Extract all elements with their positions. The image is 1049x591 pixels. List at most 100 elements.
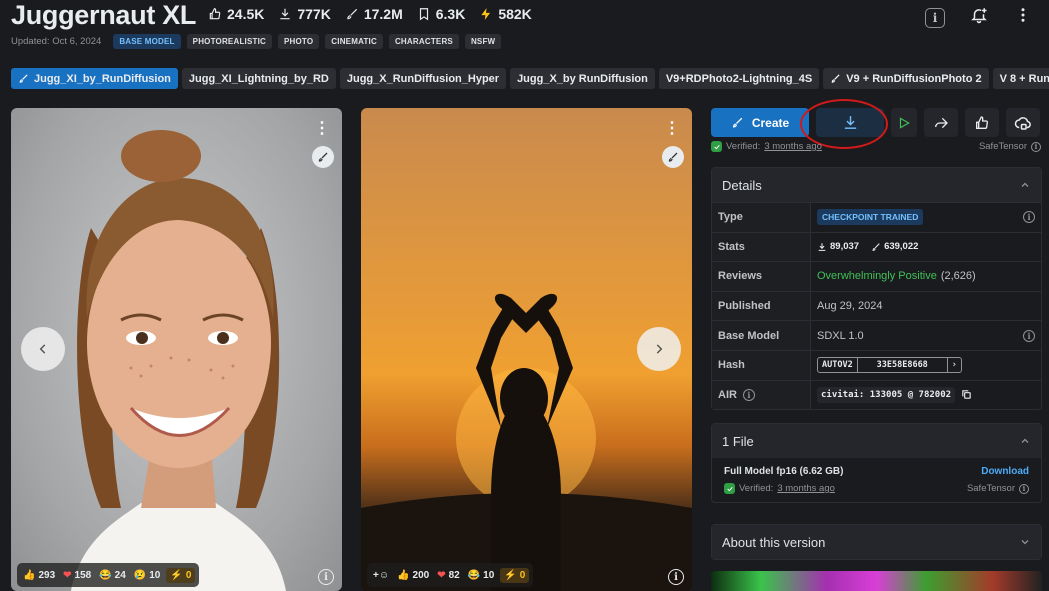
remix-button[interactable] xyxy=(662,146,684,168)
version-tabs: Jugg_XI_by_RunDiffusion Jugg_XI_Lightnin… xyxy=(11,68,1049,89)
reaction-like[interactable]: 👍 293 xyxy=(21,570,57,581)
reaction-laugh[interactable]: 😂 24 xyxy=(97,570,128,581)
stat-generations: 17.2M xyxy=(345,6,403,22)
reaction-heart[interactable]: ❤ 158 xyxy=(61,570,93,581)
files-panel: 1 File Full Model fp16 (6.62 GB) Downloa… xyxy=(711,423,1042,503)
info-button[interactable]: i xyxy=(919,0,951,30)
more-menu-button[interactable] xyxy=(1007,0,1039,30)
gallery-image-portrait[interactable]: ⋮ 👍 293 ❤ 158 😂 24 😢 10 ⚡ 0 i xyxy=(11,108,342,591)
kebab-icon xyxy=(1021,8,1025,22)
chevron-left-icon xyxy=(39,344,46,354)
bolt-icon xyxy=(481,8,491,20)
detail-row-published: Published Aug 29, 2024 xyxy=(712,290,1041,321)
detail-row-type: Type CHECKPOINT TRAINED i xyxy=(712,202,1041,232)
verified-row: Verified: 3 months ago xyxy=(711,141,822,152)
copy-icon xyxy=(962,390,971,400)
version-tab[interactable]: V9+RDPhoto2-Lightning_4S xyxy=(658,68,820,89)
info-icon[interactable]: i xyxy=(1023,211,1035,224)
reaction-bar: +☺ 👍 200 ❤ 82 😂 10 ⚡ 0 xyxy=(367,563,534,587)
info-icon[interactable]: i xyxy=(742,388,755,401)
detail-row-stats: Stats 89,037 639,022 xyxy=(712,231,1041,262)
reaction-bar: 👍 293 ❤ 158 😂 24 😢 10 ⚡ 0 xyxy=(17,563,200,587)
stat-likes: 24.5K xyxy=(208,6,264,22)
prev-image-button[interactable] xyxy=(21,327,65,371)
info-icon[interactable]: i xyxy=(1019,483,1029,494)
file-download-link[interactable]: Download xyxy=(981,466,1029,477)
hash-copy-box[interactable]: AUTOV2 33E58E8668 › xyxy=(817,357,962,374)
thumbs-up-icon xyxy=(209,8,221,20)
version-tab[interactable]: V 8 + RunDi xyxy=(992,68,1049,89)
reaction-like[interactable]: 👍 200 xyxy=(395,570,431,581)
add-reaction-button[interactable]: +☺ xyxy=(371,570,391,581)
version-tab[interactable]: Jugg_X_by RunDiffusion xyxy=(510,68,655,89)
info-icon[interactable]: i xyxy=(1023,329,1035,342)
tag-photo[interactable]: PHOTO xyxy=(277,34,320,49)
brush-icon xyxy=(347,8,357,20)
image-info-icon[interactable]: i xyxy=(318,569,334,585)
reaction-laugh[interactable]: 😂 10 xyxy=(466,570,497,581)
remix-button[interactable] xyxy=(312,146,334,168)
share-button[interactable] xyxy=(924,108,958,137)
tag-base-model[interactable]: BASE MODEL xyxy=(113,34,181,49)
notify-button[interactable] xyxy=(963,0,995,30)
air-code[interactable]: civitai: 133005 @ 782002 xyxy=(817,386,956,403)
brush-icon xyxy=(872,243,880,251)
play-icon xyxy=(899,116,910,129)
chevron-right-icon xyxy=(656,344,663,354)
stat-generations: 639,022 xyxy=(871,241,918,252)
model-stats: 24.5K 777K 17.2M 6.3K 582K xyxy=(208,6,532,22)
model-title: Juggernaut XL xyxy=(11,0,197,30)
detail-row-reviews: Reviews Overwhelmingly Positive (2,626) xyxy=(712,261,1041,291)
tip-button[interactable]: ⚡ 0 xyxy=(166,567,196,583)
about-header[interactable]: About this version xyxy=(712,525,1041,559)
version-tab[interactable]: Jugg_XI_Lightning_by_RD xyxy=(181,68,336,89)
tag-characters[interactable]: CHARACTERS xyxy=(388,34,459,49)
chevron-right-icon[interactable]: › xyxy=(948,358,961,372)
download-icon xyxy=(280,8,291,20)
brush-icon xyxy=(318,152,328,162)
reaction-heart[interactable]: ❤ 82 xyxy=(435,570,462,581)
reviews-link[interactable]: Overwhelmingly Positive xyxy=(817,270,937,282)
file-item: Full Model fp16 (6.62 GB) Download Verif… xyxy=(724,466,1029,494)
verified-time-link[interactable]: 3 months ago xyxy=(777,483,835,494)
version-tab[interactable]: Jugg_XI_by_RunDiffusion xyxy=(11,68,178,89)
safetensor-label: SafeTensor i xyxy=(979,141,1041,152)
reaction-cry[interactable]: 😢 10 xyxy=(132,570,163,581)
image-menu-icon[interactable]: ⋮ xyxy=(314,118,330,138)
run-button[interactable] xyxy=(891,108,917,137)
tag-cinematic[interactable]: CINEMATIC xyxy=(325,34,383,49)
version-tab[interactable]: V9 + RunDiffusionPhoto 2 xyxy=(823,68,989,89)
image-menu-icon[interactable]: ⋮ xyxy=(664,118,680,138)
bell-plus-icon xyxy=(971,8,987,24)
create-button[interactable]: Create xyxy=(711,108,809,137)
like-button[interactable] xyxy=(965,108,999,137)
meta-row: Updated: Oct 6, 2024 BASE MODEL PHOTOREA… xyxy=(11,34,502,49)
tag-photorealistic[interactable]: PHOTOREALISTIC xyxy=(186,34,272,49)
brush-icon xyxy=(831,74,840,83)
verified-time-link[interactable]: 3 months ago xyxy=(764,141,822,152)
detail-row-hash: Hash AUTOV2 33E58E8668 › xyxy=(712,349,1041,380)
files-header[interactable]: 1 File xyxy=(712,424,1041,458)
stat-buzz: 582K xyxy=(479,6,532,22)
next-image-button[interactable] xyxy=(637,327,681,371)
tag-nsfw[interactable]: NSFW xyxy=(464,34,502,49)
version-tab[interactable]: Jugg_X_RunDiffusion_Hyper xyxy=(339,68,507,89)
details-header[interactable]: Details xyxy=(712,168,1041,202)
type-badge: CHECKPOINT TRAINED xyxy=(817,209,924,226)
preview-thumbnail[interactable] xyxy=(711,571,1042,591)
stat-bookmarks: 6.3K xyxy=(417,6,465,22)
info-icon: i xyxy=(925,7,945,28)
cloud-save-button[interactable] xyxy=(1006,108,1040,137)
download-icon xyxy=(818,243,826,251)
chevron-up-icon xyxy=(1021,182,1029,187)
brush-icon xyxy=(19,74,28,83)
share-icon xyxy=(935,117,948,128)
image-info-icon[interactable]: i xyxy=(668,569,684,585)
tip-button[interactable]: ⚡ 0 xyxy=(500,567,530,583)
gallery-image-sunset[interactable]: ⋮ +☺ 👍 200 ❤ 82 😂 10 ⚡ 0 i xyxy=(361,108,692,591)
about-panel: About this version xyxy=(711,524,1042,560)
info-icon[interactable]: i xyxy=(1031,141,1041,152)
detail-row-air: AIR i civitai: 133005 @ 782002 xyxy=(712,379,1041,410)
shield-check-icon xyxy=(711,141,722,152)
brush-icon xyxy=(732,117,743,128)
